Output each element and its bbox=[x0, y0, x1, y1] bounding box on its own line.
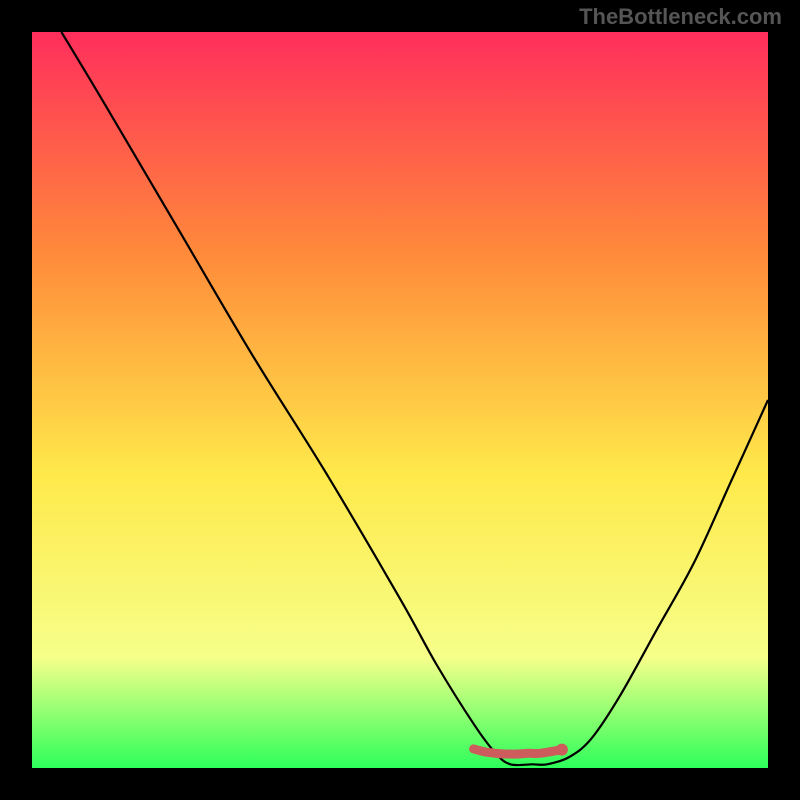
highlight-end-dot bbox=[556, 744, 568, 756]
highlight-segment bbox=[474, 749, 562, 754]
watermark-text: TheBottleneck.com bbox=[579, 4, 782, 30]
plot-area bbox=[32, 32, 768, 768]
gradient-background bbox=[32, 32, 768, 768]
chart-svg bbox=[32, 32, 768, 768]
chart-container: TheBottleneck.com bbox=[0, 0, 800, 800]
